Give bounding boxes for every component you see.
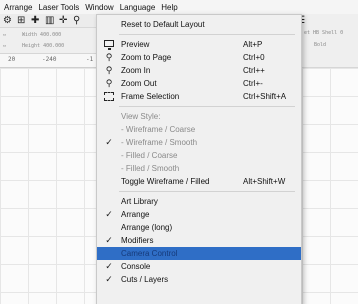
bold-field[interactable]: Bold: [314, 42, 326, 48]
menu-item-cuts-layers[interactable]: ✓ Cuts / Layers: [97, 273, 301, 286]
menu-item-label: Modifiers: [121, 236, 154, 245]
magnifier-icon: ⚲: [105, 52, 113, 62]
menu-separator: [119, 106, 295, 107]
menu-item-label: View Style:: [121, 112, 161, 121]
menu-item-console[interactable]: ✓ Console: [97, 260, 301, 273]
menu-item-label: Zoom to Page: [121, 53, 172, 62]
height-field[interactable]: Height 400.000: [22, 43, 64, 49]
menu-item-reset-layout[interactable]: Reset to Default Layout: [97, 18, 301, 31]
add-icon[interactable]: ✚: [31, 15, 39, 27]
menu-item-label: Arrange: [121, 210, 150, 219]
check-icon: ✓: [105, 209, 113, 219]
menu-item-zoom-out[interactable]: ⚲ Zoom Out Ctrl+-: [97, 77, 301, 90]
check-icon: ✓: [105, 235, 113, 245]
delete-icon[interactable]: ▥: [45, 15, 54, 27]
menu-item-arrange-long[interactable]: Arrange (long): [97, 221, 301, 234]
menu-item-label: Arrange (long): [121, 223, 173, 232]
menu-item-label: - Wireframe / Smooth: [121, 138, 198, 147]
check-icon: ✓: [105, 137, 113, 147]
menu-item-label: Frame Selection: [121, 92, 180, 101]
check-icon: ✓: [105, 274, 113, 284]
size-panel: ▭ Width 400.000 ▭ Height 400.000: [0, 28, 100, 54]
menu-separator: [119, 191, 295, 192]
menu-laser-tools[interactable]: Laser Tools: [38, 3, 79, 12]
menu-item-label: Toggle Wireframe / Filled: [121, 177, 210, 186]
menu-item-camera-control[interactable]: Camera Control: [97, 247, 301, 260]
menu-item-zoom-in[interactable]: ⚲ Zoom In Ctrl++: [97, 64, 301, 77]
frame-selection-icon: [103, 91, 115, 102]
settings-icon[interactable]: ⚙: [3, 15, 12, 27]
ruler-label: 20: [8, 56, 16, 63]
menu-item-label: - Filled / Coarse: [121, 151, 178, 160]
menu-item-frame-selection[interactable]: Frame Selection Ctrl+Shift+A: [97, 90, 301, 103]
menu-item-shortcut: Ctrl+Shift+A: [243, 92, 287, 101]
menu-language[interactable]: Language: [120, 3, 156, 12]
snap-icon[interactable]: ⊞: [17, 15, 25, 27]
menu-item-arrange[interactable]: ✓ Arrange: [97, 208, 301, 221]
menu-item-shortcut: Ctrl+0: [243, 53, 265, 62]
ruler-left: 20 -240 -1: [0, 54, 96, 68]
menu-arrange[interactable]: Arrange: [4, 3, 32, 12]
menu-item-shortcut: Alt+P: [243, 40, 263, 49]
menu-item-label: - Filled / Smooth: [121, 164, 180, 173]
menu-item-label: Preview: [121, 40, 150, 49]
width-field[interactable]: Width 400.000: [22, 32, 61, 38]
zoom-in-icon: ⚲: [105, 65, 113, 75]
monitor-icon: [103, 39, 115, 50]
move-icon[interactable]: ✛: [59, 15, 67, 27]
zoom-out-icon: ⚲: [105, 78, 113, 88]
menu-item-label: Reset to Default Layout: [121, 20, 205, 29]
search-icon[interactable]: ⚲: [73, 15, 80, 27]
menu-item-wireframe-smooth[interactable]: ✓ - Wireframe / Smooth: [97, 136, 301, 149]
lock-icon: ▭: [3, 32, 7, 38]
link-icon: ▭: [3, 43, 7, 49]
menu-item-zoom-to-page[interactable]: ⚲ Zoom to Page Ctrl+0: [97, 51, 301, 64]
menu-item-label: Art Library: [121, 197, 158, 206]
menu-item-filled-smooth[interactable]: - Filled / Smooth: [97, 162, 301, 175]
menu-item-filled-coarse[interactable]: - Filled / Coarse: [97, 149, 301, 162]
menubar: Arrange Laser Tools Window Language Help: [0, 0, 358, 14]
menu-item-label: Zoom Out: [121, 79, 157, 88]
menu-item-label: Zoom In: [121, 66, 151, 75]
menu-item-shortcut: Ctrl+-: [243, 79, 263, 88]
menu-item-modifiers[interactable]: ✓ Modifiers: [97, 234, 301, 247]
check-icon: ✓: [105, 261, 113, 271]
menu-item-art-library[interactable]: Art Library: [97, 195, 301, 208]
canvas-left[interactable]: [0, 68, 96, 304]
canvas-right[interactable]: [302, 68, 358, 304]
menu-help[interactable]: Help: [161, 3, 177, 12]
window-menu: Reset to Default Layout Preview Alt+P ⚲ …: [96, 14, 302, 304]
ruler-label: -240: [42, 56, 57, 63]
menu-window[interactable]: Window: [85, 3, 113, 12]
menu-item-shortcut: Alt+Shift+W: [243, 177, 286, 186]
menu-item-wireframe-coarse[interactable]: - Wireframe / Coarse: [97, 123, 301, 136]
font-field[interactable]: et HB Shell 0: [304, 30, 343, 36]
menu-separator: [119, 34, 295, 35]
menu-item-toggle-wireframe[interactable]: Toggle Wireframe / Filled Alt+Shift+W: [97, 175, 301, 188]
menu-item-label: Camera Control: [121, 249, 178, 258]
menu-item-label: Console: [121, 262, 151, 271]
menu-item-view-style-header: View Style:: [97, 110, 301, 123]
menu-item-label: Cuts / Layers: [121, 275, 169, 284]
menu-item-preview[interactable]: Preview Alt+P: [97, 38, 301, 51]
ruler-label: -1: [86, 56, 94, 63]
menu-item-label: - Wireframe / Coarse: [121, 125, 196, 134]
menu-item-shortcut: Ctrl++: [243, 66, 265, 75]
